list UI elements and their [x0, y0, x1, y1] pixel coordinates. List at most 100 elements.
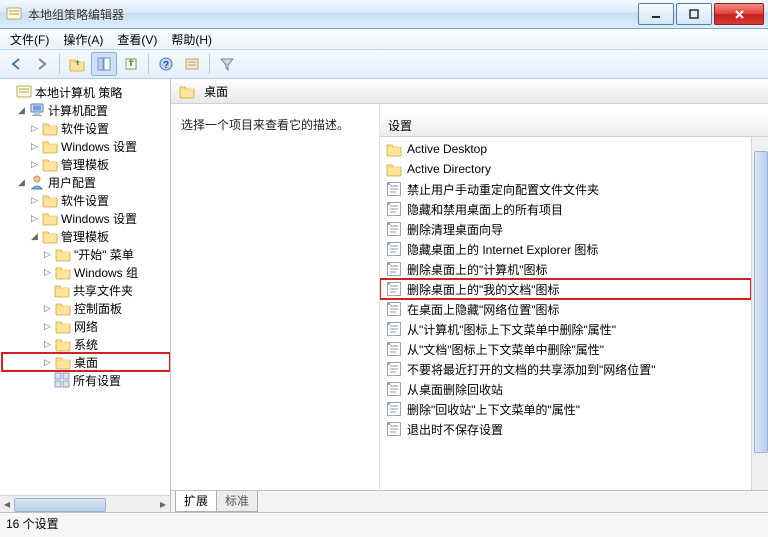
- list-item[interactable]: Active Directory: [380, 159, 751, 179]
- tree-node[interactable]: 控制面板: [74, 300, 122, 317]
- folder-icon: [179, 83, 195, 99]
- tree-node[interactable]: Windows 组: [74, 264, 138, 281]
- menubar: 文件(F) 操作(A) 查看(V) 帮助(H): [0, 29, 768, 50]
- maximize-button[interactable]: [676, 3, 712, 25]
- up-button[interactable]: [65, 53, 89, 75]
- computer-icon: [29, 102, 45, 118]
- folder-icon: [42, 228, 58, 244]
- status-bar: 16 个设置: [0, 512, 768, 537]
- tree-computer-config[interactable]: 计算机配置: [48, 102, 108, 119]
- list-item[interactable]: 禁止用户手动重定向配置文件文件夹: [380, 179, 751, 199]
- tree-node[interactable]: Windows 设置: [61, 210, 137, 227]
- list-item[interactable]: 在桌面上隐藏"网络位置"图标: [380, 299, 751, 319]
- menu-action[interactable]: 操作(A): [57, 29, 109, 50]
- tree-node[interactable]: "开始" 菜单: [74, 246, 134, 263]
- folder-icon: [42, 138, 58, 154]
- list-item[interactable]: 删除桌面上的"计算机"图标: [380, 259, 751, 279]
- description-column: 选择一个项目来查看它的描述。: [171, 104, 379, 490]
- list-item[interactable]: 隐藏和禁用桌面上的所有项目: [380, 199, 751, 219]
- chevron-right-icon[interactable]: ▷: [41, 356, 54, 369]
- chevron-right-icon[interactable]: ▷: [28, 140, 41, 153]
- list-item-label: 在桌面上隐藏"网络位置"图标: [407, 301, 560, 318]
- tree-node[interactable]: 网络: [74, 318, 98, 335]
- list-item-label: Active Directory: [407, 162, 491, 176]
- list-item-label: 隐藏桌面上的 Internet Explorer 图标: [407, 241, 598, 258]
- help-button[interactable]: ?: [154, 53, 178, 75]
- chevron-down-icon[interactable]: ◢: [15, 104, 28, 117]
- setting-icon: [386, 401, 402, 417]
- content-pane: 桌面 选择一个项目来查看它的描述。 设置 Active DesktopActiv…: [171, 79, 768, 512]
- list-item[interactable]: 不要将最近打开的文档的共享添加到"网络位置": [380, 359, 751, 379]
- list-item-label: 删除清理桌面向导: [407, 221, 503, 238]
- tab-standard[interactable]: 标准: [216, 491, 258, 512]
- list-header[interactable]: 设置: [380, 114, 768, 137]
- folder-icon: [54, 282, 70, 298]
- chevron-right-icon[interactable]: ▷: [28, 122, 41, 135]
- list-item[interactable]: Active Desktop: [380, 139, 751, 159]
- toolbar: ?: [0, 50, 768, 79]
- chevron-down-icon[interactable]: ◢: [28, 230, 41, 243]
- menu-file[interactable]: 文件(F): [4, 29, 55, 50]
- content-header: 桌面: [171, 79, 768, 104]
- menu-help[interactable]: 帮助(H): [165, 29, 218, 50]
- tree-root[interactable]: 本地计算机 策略: [35, 84, 122, 101]
- chevron-right-icon[interactable]: ▷: [28, 158, 41, 171]
- list-item[interactable]: 从桌面删除回收站: [380, 379, 751, 399]
- chevron-right-icon[interactable]: ▷: [41, 266, 54, 279]
- settings-list[interactable]: Active Desktop Active Directory 禁止用户手动重定向配…: [380, 137, 751, 490]
- folder-icon: [386, 141, 402, 157]
- description-prompt: 选择一个项目来查看它的描述。: [181, 118, 349, 132]
- list-item-label: Active Desktop: [407, 142, 487, 156]
- list-item[interactable]: 从"文档"图标上下文菜单中删除"属性": [380, 339, 751, 359]
- setting-icon: [386, 341, 402, 357]
- list-item-label: 不要将最近打开的文档的共享添加到"网络位置": [407, 361, 656, 378]
- list-item[interactable]: 删除桌面上的"我的文档"图标: [380, 279, 751, 299]
- tree-node[interactable]: 软件设置: [61, 120, 109, 137]
- chevron-right-icon[interactable]: ▷: [28, 194, 41, 207]
- chevron-right-icon[interactable]: ▷: [41, 248, 54, 261]
- tree-node[interactable]: 管理模板: [61, 228, 109, 245]
- properties-button[interactable]: [180, 53, 204, 75]
- chevron-right-icon[interactable]: ▷: [28, 212, 41, 225]
- list-item-label: 从桌面删除回收站: [407, 381, 503, 398]
- policy-tree[interactable]: 本地计算机 策略 ◢ 计算机配置 ▷ 软件设置 ▷ Windows 设置 ▷ 管理模板: [0, 79, 170, 495]
- tab-extended[interactable]: 扩展: [175, 491, 217, 512]
- folder-icon: [55, 246, 71, 262]
- window-title: 本地组策略编辑器: [28, 6, 636, 23]
- tree-node[interactable]: 系统: [74, 336, 98, 353]
- menu-view[interactable]: 查看(V): [111, 29, 163, 50]
- setting-icon: [386, 381, 402, 397]
- list-item[interactable]: 删除清理桌面向导: [380, 219, 751, 239]
- tree-node-desktop[interactable]: 桌面: [74, 354, 98, 371]
- tree-node[interactable]: 共享文件夹: [73, 282, 133, 299]
- export-button[interactable]: [119, 53, 143, 75]
- all-settings-icon: [54, 372, 70, 388]
- tree-node[interactable]: Windows 设置: [61, 138, 137, 155]
- filter-button[interactable]: [215, 53, 239, 75]
- list-item[interactable]: 隐藏桌面上的 Internet Explorer 图标: [380, 239, 751, 259]
- list-header-label: 设置: [388, 117, 412, 134]
- chevron-right-icon[interactable]: ▷: [41, 320, 54, 333]
- chevron-right-icon[interactable]: ▷: [41, 338, 54, 351]
- tree-scrollbar-h[interactable]: ◂▸: [0, 495, 170, 512]
- chevron-down-icon[interactable]: ◢: [15, 176, 28, 189]
- list-item[interactable]: 删除"回收站"上下文菜单的"属性": [380, 399, 751, 419]
- nav-forward-button[interactable]: [30, 53, 54, 75]
- minimize-button[interactable]: [638, 3, 674, 25]
- list-item[interactable]: 退出时不保存设置: [380, 419, 751, 439]
- status-text: 16 个设置: [6, 517, 59, 531]
- chevron-right-icon[interactable]: ▷: [41, 302, 54, 315]
- tree-user-config[interactable]: 用户配置: [48, 174, 96, 191]
- tree-node[interactable]: 所有设置: [73, 372, 121, 389]
- list-item-label: 禁止用户手动重定向配置文件文件夹: [407, 181, 599, 198]
- list-item-label: 从"文档"图标上下文菜单中删除"属性": [407, 341, 604, 358]
- list-scrollbar-v[interactable]: [751, 137, 768, 490]
- list-item[interactable]: 从"计算机"图标上下文菜单中删除"属性": [380, 319, 751, 339]
- setting-icon: [386, 241, 402, 257]
- tree-node[interactable]: 管理模板: [61, 156, 109, 173]
- show-hide-tree-button[interactable]: [91, 52, 117, 76]
- nav-back-button[interactable]: [4, 53, 28, 75]
- app-window: 本地组策略编辑器 文件(F) 操作(A) 查看(V) 帮助(H) ?: [0, 0, 768, 537]
- tree-node[interactable]: 软件设置: [61, 192, 109, 209]
- close-button[interactable]: [714, 3, 764, 25]
